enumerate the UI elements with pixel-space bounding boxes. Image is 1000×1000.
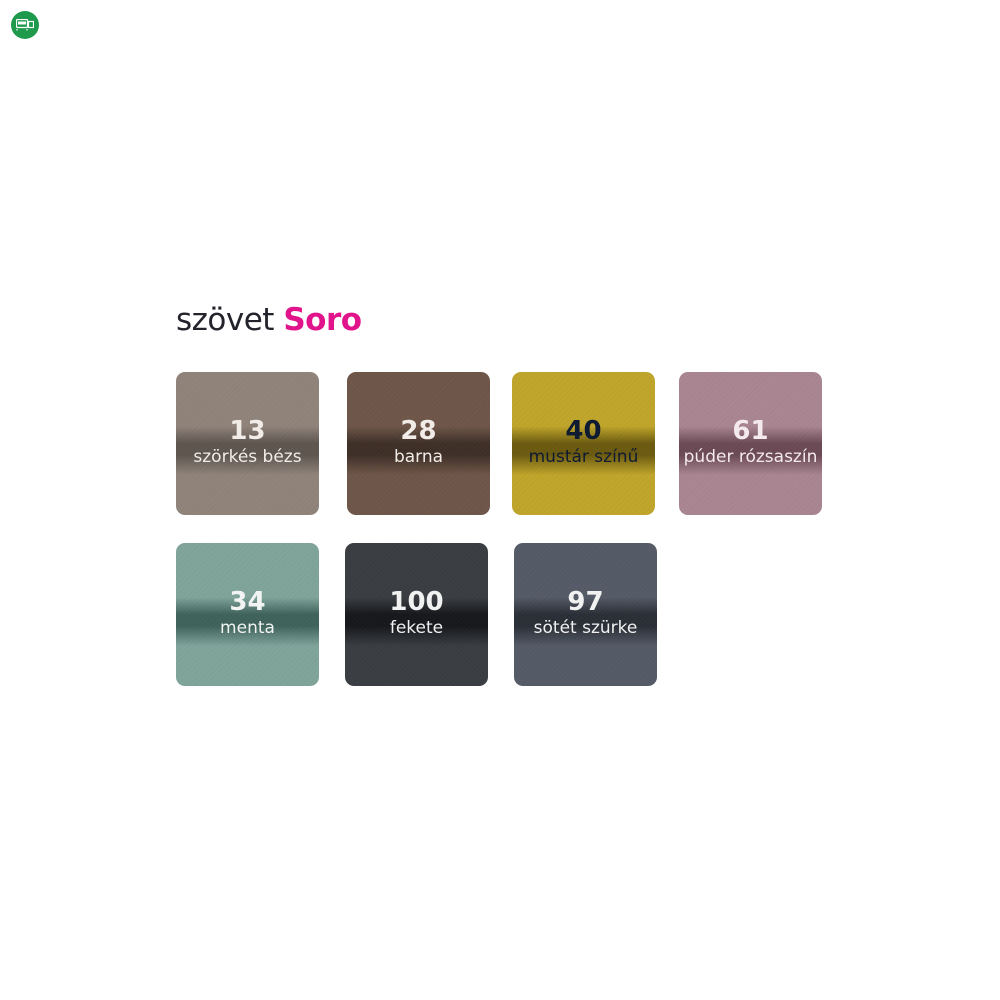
swatch-caption: 13 szörkés bézs bbox=[176, 416, 319, 469]
swatch-name: barna bbox=[393, 447, 444, 467]
color-swatch[interactable]: 97 sötét szürke bbox=[514, 543, 657, 686]
swatch-name: fekete bbox=[389, 618, 444, 638]
swatch-name: menta bbox=[220, 618, 275, 638]
page-title: szövet Soro bbox=[176, 302, 362, 338]
sofa-bed-glyph bbox=[16, 19, 34, 31]
sofa-bed-icon bbox=[11, 11, 39, 39]
color-swatch[interactable]: 100 fekete bbox=[345, 543, 488, 686]
color-swatch[interactable]: 40 mustár színű bbox=[512, 372, 655, 515]
swatch-caption: 28 barna bbox=[347, 416, 490, 469]
swatch-number: 13 bbox=[229, 416, 266, 446]
color-swatch[interactable]: 34 menta bbox=[176, 543, 319, 686]
color-swatch[interactable]: 61 púder rózsaszín bbox=[679, 372, 822, 515]
swatch-number: 61 bbox=[732, 416, 769, 446]
swatch-number: 34 bbox=[229, 587, 266, 617]
swatch-name: sötét szürke bbox=[533, 618, 638, 638]
swatch-caption: 40 mustár színű bbox=[512, 416, 655, 469]
swatch-caption: 97 sötét szürke bbox=[514, 587, 657, 640]
swatch-caption: 100 fekete bbox=[345, 587, 488, 640]
swatch-number: 100 bbox=[389, 587, 444, 617]
color-swatch[interactable]: 28 barna bbox=[347, 372, 490, 515]
color-swatch[interactable]: 13 szörkés bézs bbox=[176, 372, 319, 515]
swatch-caption: 34 menta bbox=[176, 587, 319, 640]
title-prefix: szövet bbox=[176, 302, 274, 338]
swatch-name: púder rózsaszín bbox=[683, 447, 818, 467]
swatch-number: 97 bbox=[567, 587, 604, 617]
swatch-number: 40 bbox=[565, 416, 602, 446]
swatch-number: 28 bbox=[400, 416, 437, 446]
swatch-name: mustár színű bbox=[528, 447, 639, 467]
title-brand: Soro bbox=[283, 302, 362, 338]
swatch-name: szörkés bézs bbox=[193, 447, 302, 467]
swatch-caption: 61 púder rózsaszín bbox=[679, 416, 822, 469]
page: szövet Soro 13 szörkés bézs 28 barna 40 mustá… bbox=[0, 0, 1000, 1000]
